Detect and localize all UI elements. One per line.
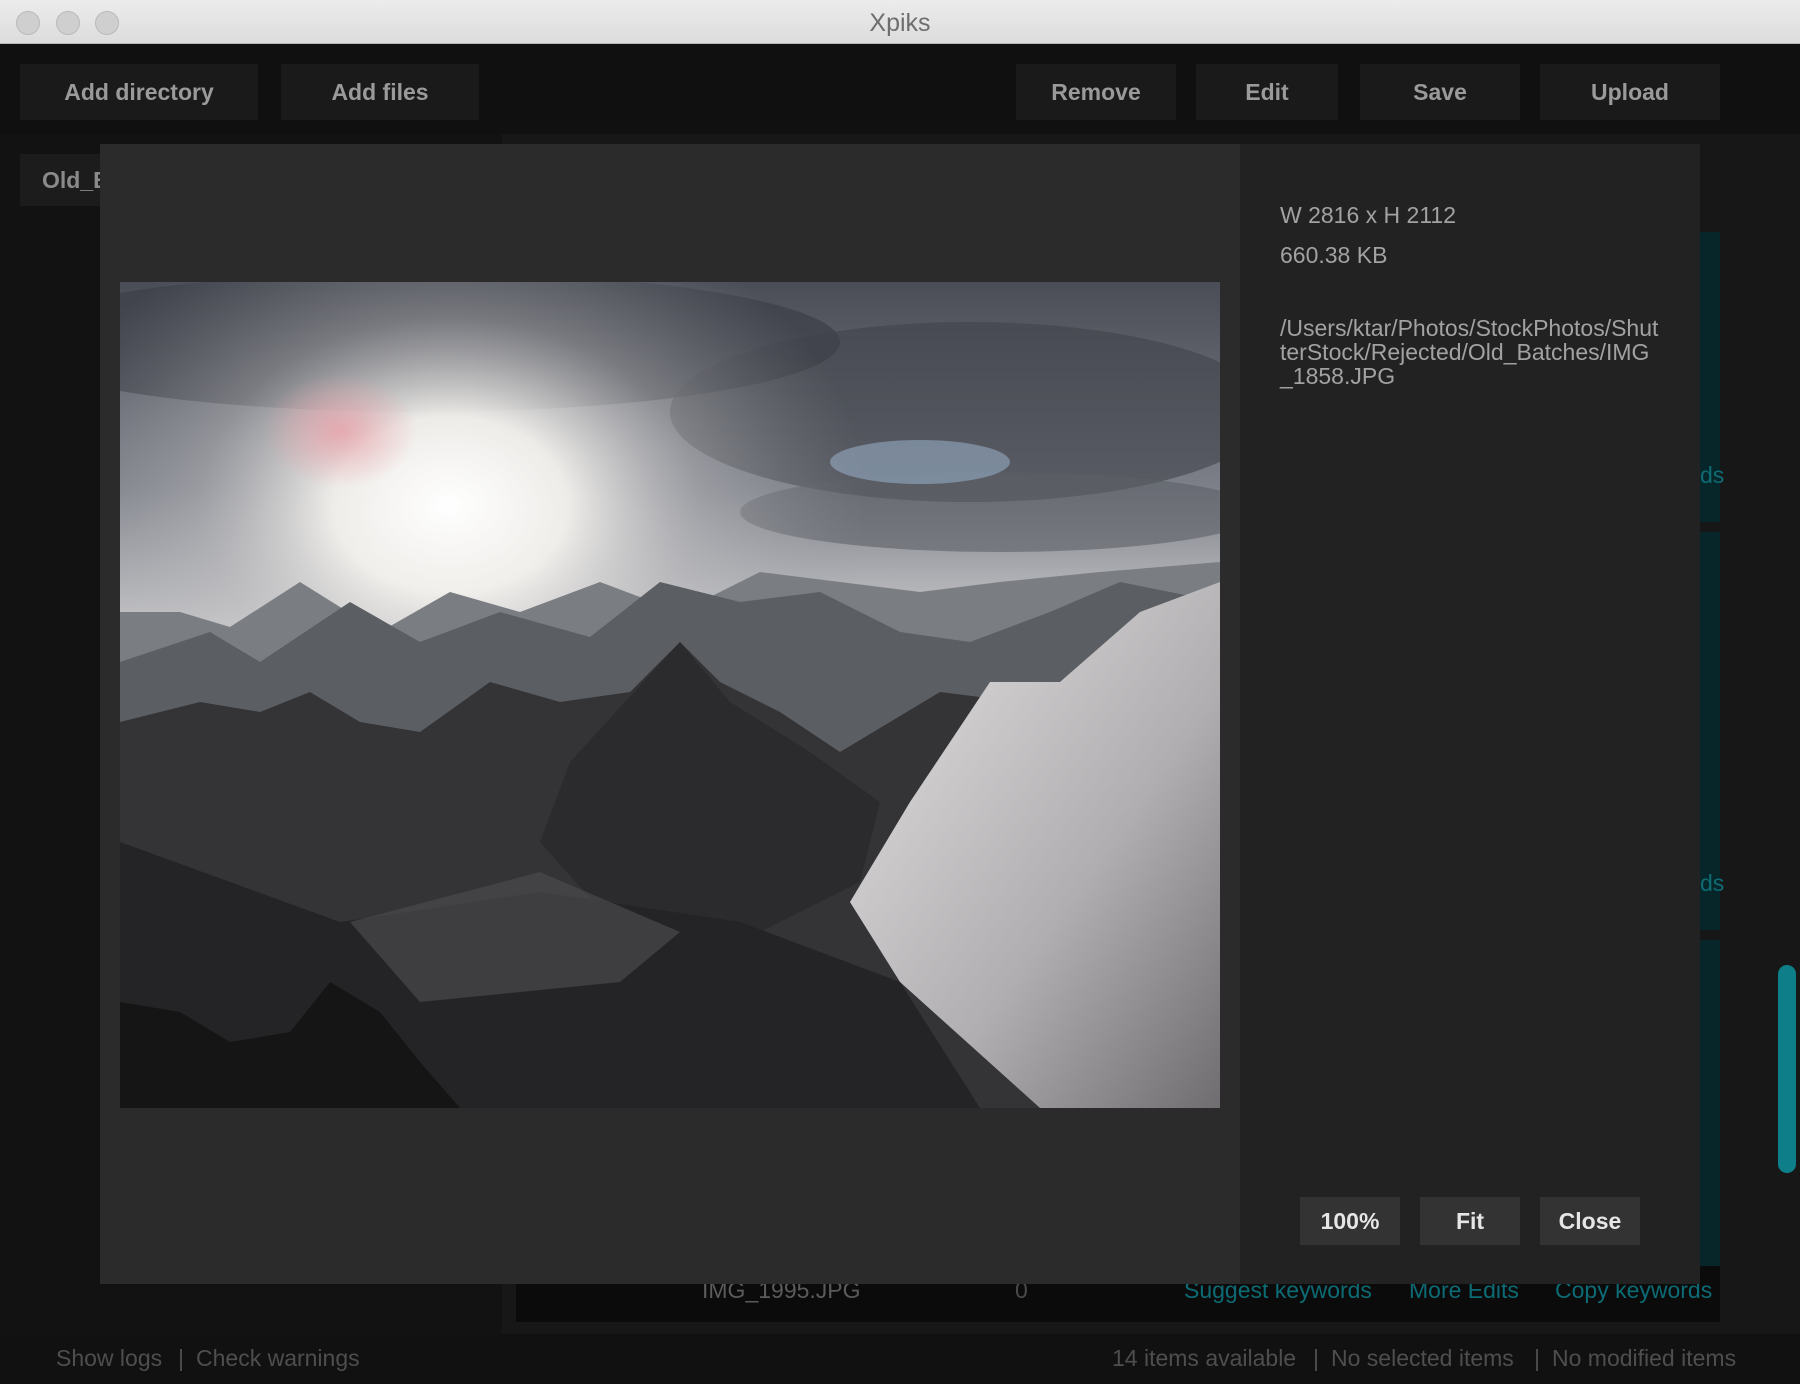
main-toolbar: Add directory Add files Remove Edit Save…: [0, 44, 1800, 134]
suggest-keywords-link-fragment[interactable]: ds: [1700, 462, 1724, 489]
add-files-button[interactable]: Add files: [281, 64, 479, 120]
suggest-keywords-link-fragment[interactable]: ds: [1700, 870, 1724, 897]
artwork-item-edge: [1698, 940, 1720, 1266]
close-button[interactable]: Close: [1540, 1197, 1640, 1245]
show-logs-link[interactable]: Show logs: [56, 1345, 162, 1372]
add-directory-button[interactable]: Add directory: [20, 64, 258, 120]
modified-items-status: No modified items: [1552, 1345, 1737, 1371]
remove-button[interactable]: Remove: [1016, 64, 1176, 120]
selected-items-status: No selected items: [1331, 1345, 1514, 1371]
title-bar: Xpiks: [0, 0, 1800, 44]
edit-button[interactable]: Edit: [1196, 64, 1338, 120]
image-info-panel: W 2816 x H 2112 660.38 KB /Users/ktar/Ph…: [1240, 144, 1700, 1284]
check-warnings-link[interactable]: Check warnings: [196, 1345, 360, 1372]
status-separator: |: [1313, 1345, 1319, 1371]
items-available-status: 14 items available: [1112, 1345, 1297, 1371]
fit-button[interactable]: Fit: [1420, 1197, 1520, 1245]
preview-image[interactable]: [120, 282, 1220, 1108]
zoom-100-button[interactable]: 100%: [1300, 1197, 1400, 1245]
status-bar: Show logs | Check warnings 14 items avai…: [0, 1334, 1800, 1384]
image-dimensions: W 2816 x H 2112: [1280, 202, 1457, 228]
mountain-photo: [120, 282, 1220, 1108]
status-separator: |: [178, 1345, 184, 1371]
image-file-path: /Users/ktar/Photos/StockPhotos/ShutterSt…: [1280, 315, 1659, 389]
save-button[interactable]: Save: [1360, 64, 1520, 120]
upload-button[interactable]: Upload: [1540, 64, 1720, 120]
image-preview-dialog: W 2816 x H 2112 660.38 KB /Users/ktar/Ph…: [100, 144, 1700, 1284]
window-title: Xpiks: [869, 9, 931, 37]
status-separator: |: [1534, 1345, 1540, 1371]
list-scrollbar[interactable]: [1778, 965, 1796, 1173]
image-file-size: 660.38 KB: [1280, 242, 1388, 268]
